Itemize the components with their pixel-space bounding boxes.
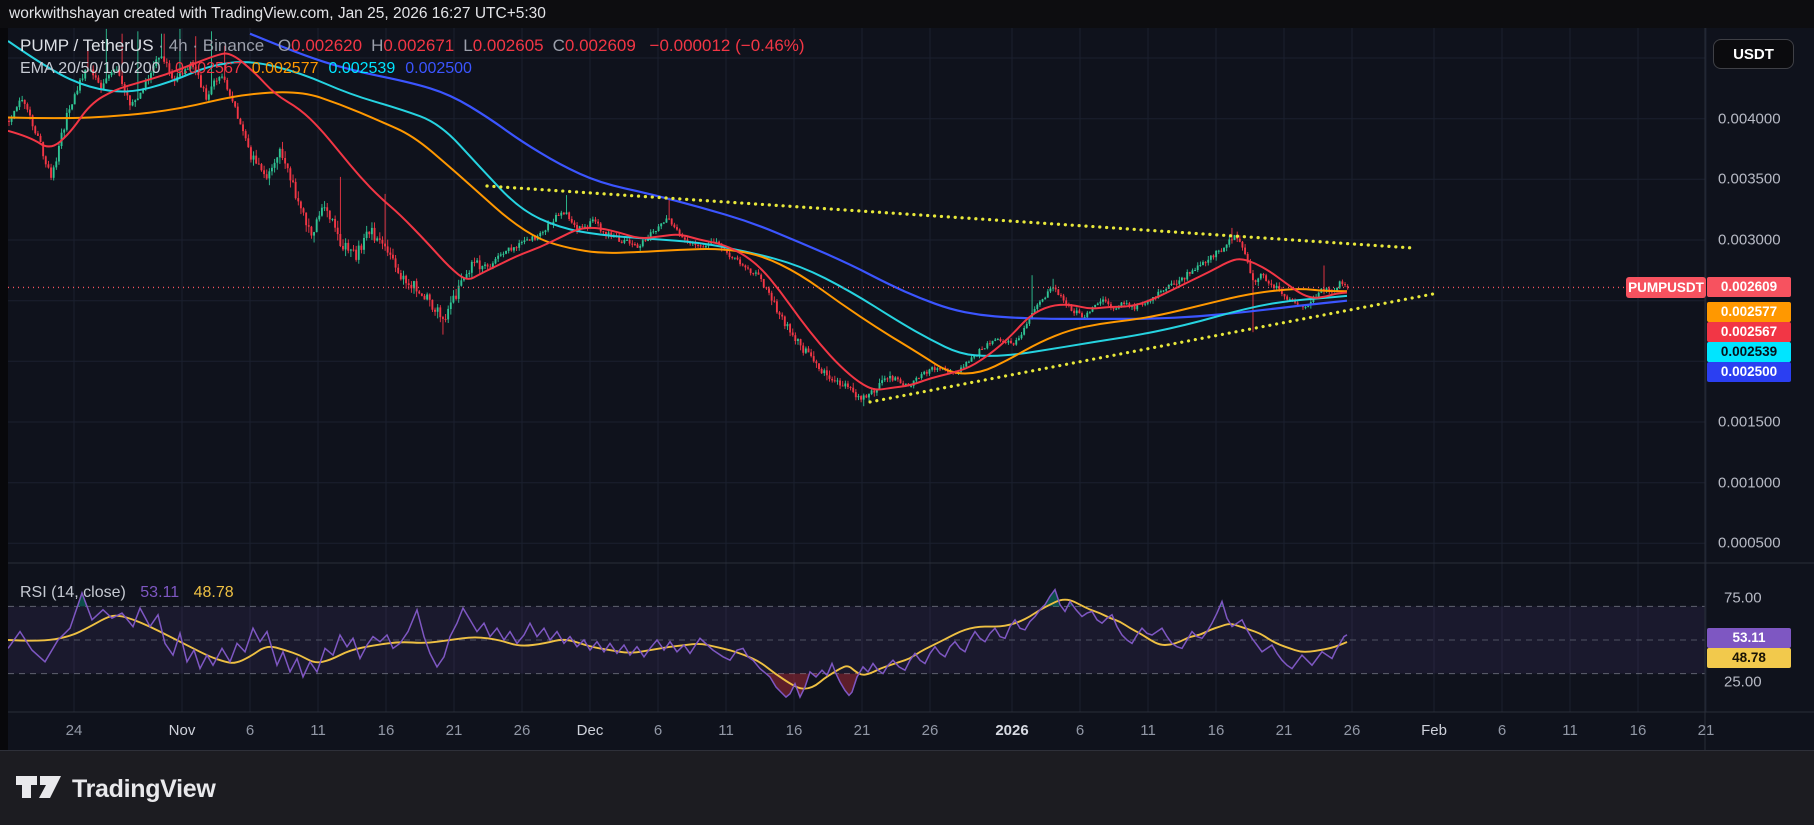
time-tick-26: 26 [514, 722, 531, 739]
left-edge-strip [0, 28, 8, 750]
time-tick-16: 16 [786, 722, 803, 739]
ohlc-values: O0.002620H0.002671L0.002605C0.002609 [269, 36, 636, 55]
time-tick-11: 11 [310, 722, 326, 739]
ema100-badge: 0.002539 [1707, 342, 1791, 362]
time-tick-Nov: Nov [169, 722, 196, 739]
ema-value-0: 0.002567 [175, 60, 242, 77]
ohlc-L: L0.002605 [454, 36, 543, 55]
time-tick-21: 21 [1698, 722, 1715, 739]
attribution-bar: workwithshayan created with TradingView.… [0, 0, 1814, 28]
rsi-ma-badge: 48.78 [1707, 648, 1791, 668]
rsi-ma-value: 48.78 [194, 584, 234, 601]
price-tick-0.001000: 0.001000 [1718, 474, 1781, 491]
interval-label: 4h [169, 36, 188, 55]
ema-value-1: 0.002577 [252, 60, 319, 77]
ema-legend[interactable]: EMA 20/50/100/200 0.0025670.0025770.0025… [20, 60, 472, 78]
price-tick-0.003000: 0.003000 [1718, 232, 1781, 249]
ema50-badge: 0.002577 [1707, 302, 1791, 322]
ohlc-O: O0.002620 [269, 36, 362, 55]
tradingview-snapshot: workwithshayan created with TradingView.… [0, 0, 1814, 824]
time-tick-16: 16 [1630, 722, 1647, 739]
upper-resistance [487, 186, 1413, 248]
ema20-line [8, 54, 1347, 390]
ohlc-C: C0.002609 [544, 36, 636, 55]
rsi-value: 53.11 [140, 584, 179, 601]
time-tick-6: 6 [654, 722, 662, 739]
ema-value-2: 0.002539 [328, 60, 395, 77]
rsi-tick-25.00: 25.00 [1724, 674, 1762, 691]
time-tick-6: 6 [1076, 722, 1084, 739]
time-tick-Dec: Dec [577, 722, 604, 739]
tradingview-wordmark: TradingView [72, 775, 216, 804]
currency-toggle-button[interactable]: USDT [1713, 39, 1794, 69]
ema50-line [8, 92, 1347, 373]
exchange-label: Binance [203, 36, 264, 55]
ema-lines [8, 34, 1347, 390]
ema-value-3: 0.002500 [405, 60, 472, 77]
ema20-badge: 0.002567 [1707, 322, 1791, 342]
ema100-line [8, 41, 1347, 356]
time-tick-16: 16 [378, 722, 395, 739]
symbol-title: PUMP / TetherUS [20, 36, 154, 55]
price-tick-0.003500: 0.003500 [1718, 171, 1781, 188]
time-tick-11: 11 [1140, 722, 1156, 739]
price-tick-0.004000: 0.004000 [1718, 110, 1781, 127]
bottom-toolbar: TradingView [0, 750, 1814, 825]
symbol-price-flag: PUMPUSDT [1626, 277, 1706, 298]
time-tick-Feb: Feb [1421, 722, 1447, 739]
time-tick-21: 21 [446, 722, 463, 739]
rsi-tick-75.00: 75.00 [1724, 590, 1762, 607]
time-tick-6: 6 [1498, 722, 1506, 739]
tradingview-logo[interactable]: TradingView [16, 774, 246, 804]
time-tick-26: 26 [1344, 722, 1361, 739]
time-tick-24: 24 [66, 722, 83, 739]
last-price-badge: 0.002609 [1707, 277, 1791, 297]
ema-label: EMA 20/50/100/200 [20, 60, 161, 77]
rsi-value-badge: 53.11 [1707, 628, 1791, 648]
price-tick-0.001500: 0.001500 [1718, 413, 1781, 430]
symbol-legend[interactable]: PUMP / TetherUS · 4h · Binance O0.002620… [20, 36, 805, 56]
time-tick-21: 21 [854, 722, 871, 739]
price-tick-0.000500: 0.000500 [1718, 535, 1781, 552]
ema-values: 0.002567 0.002577 0.002539 0.002500 [165, 60, 472, 77]
chart-canvas[interactable] [0, 0, 1814, 824]
ohlc-H: H0.002671 [362, 36, 454, 55]
attribution-text: workwithshayan created with TradingView.… [9, 5, 546, 22]
rsi-legend[interactable]: RSI (14, close) 53.11 48.78 [20, 584, 234, 602]
time-tick-6: 6 [246, 722, 254, 739]
tradingview-logo-icon [16, 776, 62, 802]
change-value: −0.000012 (−0.46%) [650, 36, 805, 55]
time-tick-11: 11 [1562, 722, 1578, 739]
time-tick-21: 21 [1276, 722, 1293, 739]
time-tick-26: 26 [922, 722, 939, 739]
time-tick-2026: 2026 [995, 722, 1028, 739]
time-tick-11: 11 [718, 722, 734, 739]
time-tick-16: 16 [1208, 722, 1225, 739]
rsi-label: RSI (14, close) [20, 584, 126, 601]
ema200-badge: 0.002500 [1707, 362, 1791, 382]
